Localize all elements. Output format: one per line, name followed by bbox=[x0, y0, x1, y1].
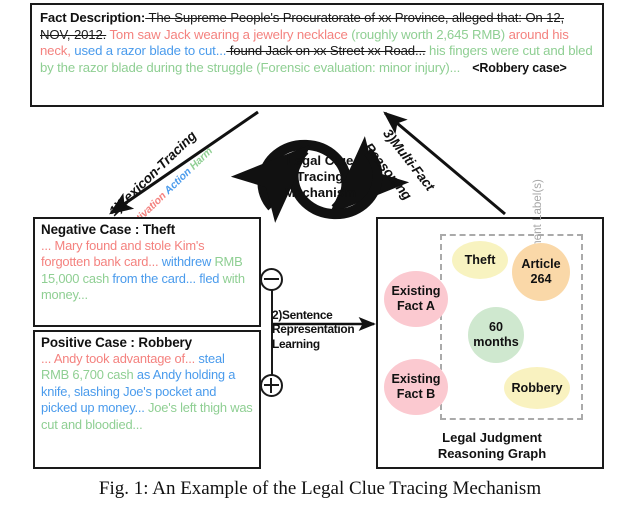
graph-node-fact-a-label: Existing Fact A bbox=[391, 284, 441, 313]
negative-case-title: Negative Case : Theft bbox=[41, 222, 176, 237]
graph-caption-line2: Reasoning Graph bbox=[437, 445, 547, 461]
minus-circle-icon bbox=[260, 268, 283, 291]
graph-node-article: Article 264 bbox=[512, 243, 570, 301]
mechanism-line1: Legal Clue bbox=[286, 153, 354, 168]
graph-node-fact-b: Existing Fact B bbox=[384, 359, 448, 415]
legend-harm: Harm bbox=[187, 145, 216, 173]
graph-node-months-label: 60 months bbox=[473, 320, 519, 349]
graph-node-robbery: Robbery bbox=[504, 367, 570, 409]
graph-caption-line1: Legal Judgment bbox=[442, 430, 542, 445]
lexicon-tracing-label-group: 1)Lexicon-Tracing Motivation Action Harm bbox=[93, 122, 268, 235]
graph-node-robbery-label: Robbery bbox=[511, 380, 563, 395]
multi-fact-reasoning-label-group: 3)Multi-Fact Reasoning bbox=[361, 120, 508, 220]
graph-node-theft: Theft bbox=[452, 241, 508, 279]
legal-judgment-reasoning-graph-box: Instrument Label(s) Existing Fact A Exist… bbox=[376, 179, 606, 469]
negative-case-segment-1: withdrew bbox=[158, 254, 215, 270]
graph-node-fact-b-label: Existing Fact B bbox=[391, 372, 441, 401]
negative-case-text: ... Mary found and stole Kim's forgotten… bbox=[41, 238, 254, 304]
plus-circle-icon bbox=[260, 374, 283, 397]
negative-case-segment-3: from the card... bbox=[109, 270, 200, 286]
mechanism-line2: Tracing bbox=[296, 169, 344, 184]
mechanism-line3: Mechanism bbox=[284, 185, 356, 200]
mechanism-text: Legal Clue Tracing Mechanism bbox=[255, 153, 385, 201]
graph-node-fact-a: Existing Fact A bbox=[384, 271, 448, 327]
legal-clue-tracing-mechanism: Legal Clue Tracing Mechanism bbox=[255, 140, 385, 220]
graph-node-months: 60 months bbox=[468, 307, 524, 363]
sentence-representation-label: 2)Sentence Representation Learning bbox=[272, 308, 355, 351]
positive-case-segment-1: steal bbox=[195, 351, 225, 366]
positive-case-text: ... Andy took advantage of... steal RMB … bbox=[41, 351, 254, 433]
negative-case-segment-4: fled bbox=[199, 270, 220, 286]
positive-case-box: Positive Case : Robbery ... Andy took ad… bbox=[33, 330, 261, 469]
positive-case-title: Positive Case : Robbery bbox=[41, 335, 192, 350]
positive-case-segment-2: RMB 6,700 cash bbox=[41, 367, 134, 383]
figure-caption: Fig. 1: An Example of the Legal Clue Tra… bbox=[98, 478, 542, 499]
negative-case-box: Negative Case : Theft ... Mary found and… bbox=[33, 217, 261, 327]
positive-case-segment-0: ... Andy took advantage of... bbox=[41, 351, 196, 366]
graph-caption: Legal Judgment Reasoning Graph bbox=[378, 430, 606, 461]
legend-action: Action bbox=[162, 165, 194, 197]
graph-node-article-label: Article 264 bbox=[521, 257, 561, 286]
graph-node-theft-label: Theft bbox=[464, 252, 496, 267]
